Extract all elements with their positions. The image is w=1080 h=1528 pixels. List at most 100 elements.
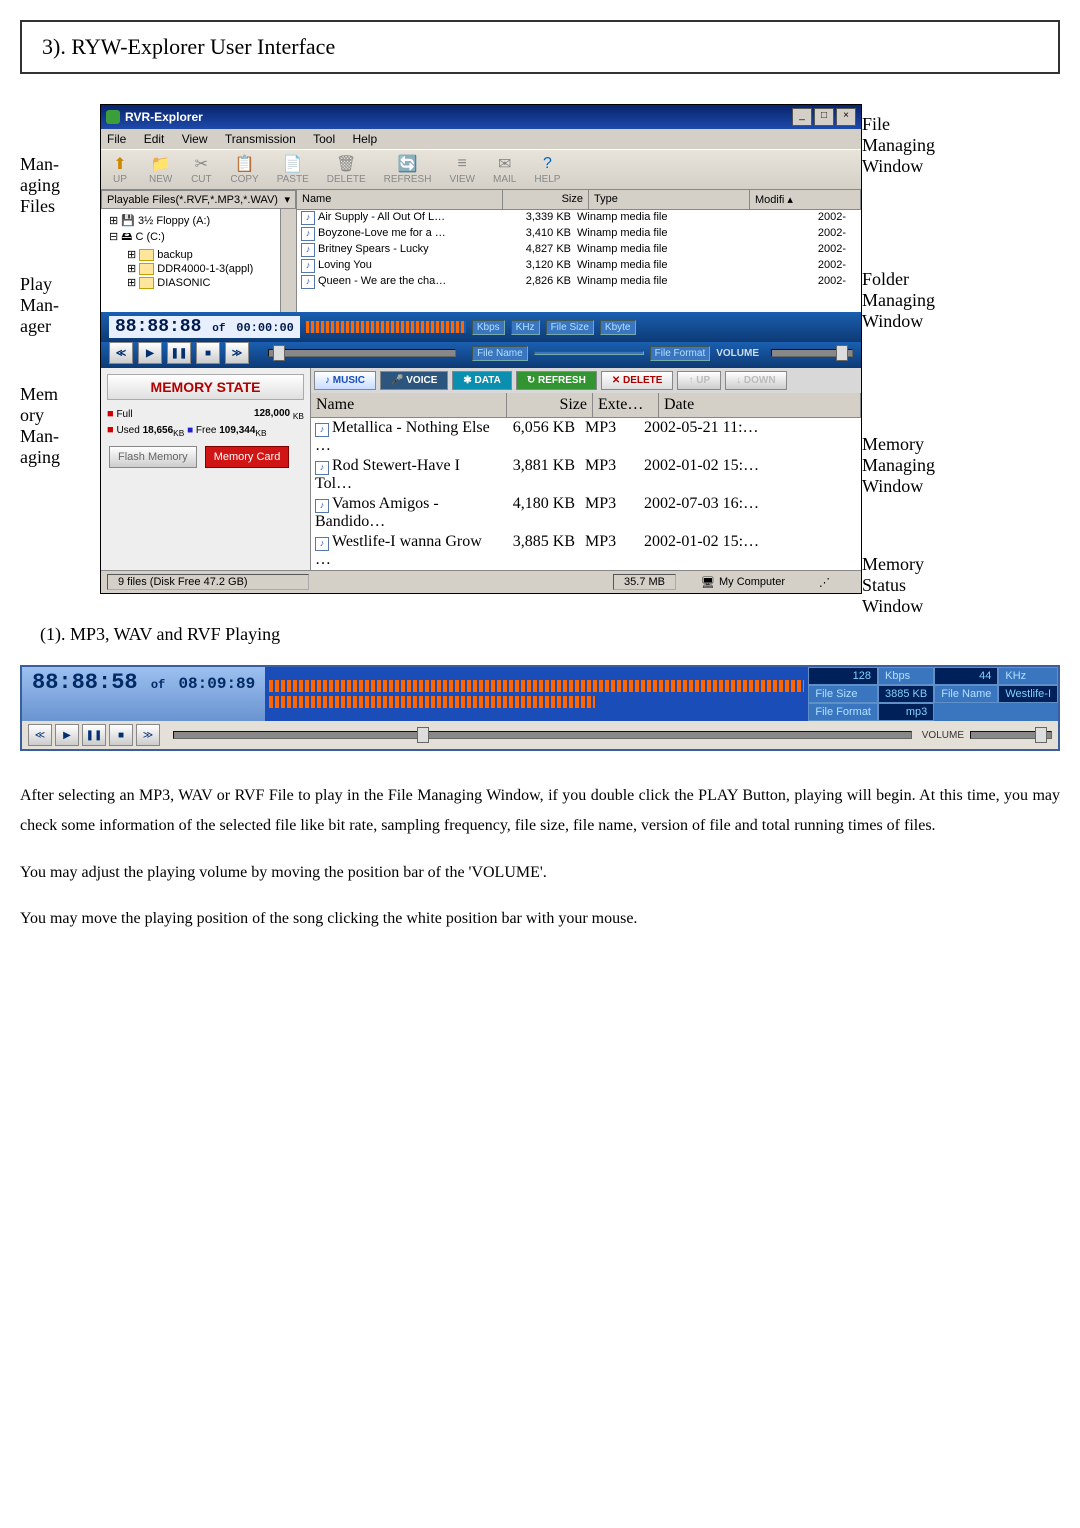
fileformat-value: mp3 <box>878 703 934 721</box>
tool-view[interactable]: ≡VIEW <box>449 154 475 185</box>
tool-new[interactable]: 📁NEW <box>149 154 172 185</box>
stop-button[interactable]: ■ <box>109 724 133 746</box>
resize-grip-icon[interactable]: ⋰ <box>810 576 830 589</box>
tab-music[interactable]: ♪ MUSIC <box>314 371 376 390</box>
volume-handle[interactable] <box>1035 727 1047 743</box>
folder-icon <box>139 277 154 289</box>
kbps-label: Kbps <box>878 667 934 685</box>
status-size: 35.7 MB <box>613 574 676 590</box>
stop-button[interactable]: ■ <box>196 342 220 364</box>
volume-handle[interactable] <box>836 345 848 361</box>
body-text: After selecting an MP3, WAV or RVF File … <box>20 781 1060 935</box>
paragraph-1: After selecting an MP3, WAV or RVF File … <box>20 781 1060 842</box>
tab-refresh[interactable]: ↻ REFRESH <box>516 371 597 390</box>
list-item[interactable]: ♪Britney Spears - Lucky4,827 KBWinamp me… <box>297 242 861 258</box>
menu-view[interactable]: View <box>182 132 208 146</box>
minimize-button[interactable]: _ <box>792 108 812 126</box>
scrollbar[interactable] <box>280 209 296 312</box>
list-item[interactable]: ♪Air Supply - All Out Of L…3,339 KBWinam… <box>297 210 861 226</box>
pause-button[interactable]: ❚❚ <box>82 724 106 746</box>
memory-title: MEMORY STATE <box>107 374 304 400</box>
tab-delete[interactable]: ✕ DELETE <box>601 371 674 390</box>
tool-copy[interactable]: 📋COPY <box>230 154 258 185</box>
tree-item[interactable]: ⊞ DIASONIC <box>105 276 292 289</box>
play-button[interactable]: ▶ <box>138 342 162 364</box>
list-item[interactable]: ♪Loving You3,120 KBWinamp media file2002… <box>297 258 861 274</box>
volume-label: VOLUME <box>922 730 964 741</box>
col-modified[interactable]: Modifi ▴ <box>750 190 861 209</box>
tool-refresh[interactable]: 🔄REFRESH <box>384 154 432 185</box>
tree-item[interactable]: ⊞ backup <box>105 248 292 261</box>
volume-track[interactable] <box>771 349 853 357</box>
music-icon: ♪ <box>315 461 329 475</box>
music-icon: ♪ <box>315 499 329 513</box>
list-item[interactable]: ♪Vamos Amigos - Bandido…4,180 KBMP32002-… <box>311 494 861 532</box>
dropdown-icon[interactable]: ▾ <box>284 193 290 206</box>
tree-header[interactable]: Playable Files(*.RVF,*.MP3,*.WAV)▾ <box>101 190 296 209</box>
fileformat-label: File Format <box>808 703 878 721</box>
tree-item[interactable]: ⊞ DDR4000-1-3(appl) <box>105 262 292 275</box>
khz-value: 44 <box>934 667 998 685</box>
tool-mail[interactable]: ✉MAIL <box>493 154 516 185</box>
tab-down[interactable]: ↓ DOWN <box>725 371 786 390</box>
position-track[interactable] <box>268 349 456 357</box>
app-icon <box>106 110 120 124</box>
filename-value <box>534 351 644 355</box>
tab-voice[interactable]: 🎤 VOICE <box>380 371 448 390</box>
player-bar: 88:88:88 of 00:00:00 Kbps KHz File Size … <box>101 312 861 342</box>
memory-area: MEMORY STATE ■ Full 128,000 KB ■ Used 18… <box>101 368 861 570</box>
filesize-value: 3885 KB <box>878 685 934 703</box>
close-button[interactable]: × <box>836 108 856 126</box>
kbps-label: Kbps <box>472 320 505 335</box>
tab-data[interactable]: ✱ DATA <box>452 371 511 390</box>
menu-file[interactable]: File <box>107 132 126 146</box>
memory-card-button[interactable]: Memory Card <box>205 446 290 468</box>
position-track[interactable] <box>173 731 912 739</box>
kbyte-label: Kbyte <box>600 320 636 335</box>
position-handle[interactable] <box>417 727 429 743</box>
volume-label: VOLUME <box>716 348 759 359</box>
rewind-button[interactable]: ≪ <box>28 724 52 746</box>
menu-help[interactable]: Help <box>352 132 377 146</box>
mem-col-name[interactable]: Name <box>311 393 507 417</box>
list-item[interactable]: ♪Boyzone-Love me for a …3,410 KBWinamp m… <box>297 226 861 242</box>
mem-col-size[interactable]: Size <box>507 393 593 417</box>
tool-delete[interactable]: 🗑DELETE <box>327 154 366 185</box>
list-item[interactable]: ♪Rod Stewert-Have I Tol…3,881 KBMP32002-… <box>311 456 861 494</box>
list-item[interactable]: ♪Westlife-I wanna Grow …3,885 KBMP32002-… <box>311 532 861 570</box>
rewind-button[interactable]: ≪ <box>109 342 133 364</box>
volume-track[interactable] <box>970 731 1052 739</box>
tab-up[interactable]: ↑ UP <box>677 371 721 390</box>
position-handle[interactable] <box>273 345 285 361</box>
menu-transmission[interactable]: Transmission <box>225 132 296 146</box>
tool-help[interactable]: ?HELP <box>534 154 560 185</box>
left-labels: Man-agingFiles PlayMan-ager MemoryMan-ag… <box>20 104 100 594</box>
list-item[interactable]: ♪Metallica - Nothing Else …6,056 KBMP320… <box>311 418 861 456</box>
filesize-label: File Size <box>546 320 594 335</box>
pause-button[interactable]: ❚❚ <box>167 342 191 364</box>
list-item[interactable]: ♪Queen - We are the cha…2,826 KBWinamp m… <box>297 274 861 290</box>
col-size[interactable]: Size <box>503 190 589 209</box>
fileformat-label: File Format <box>650 346 711 361</box>
memory-used: ■ Used 18,656KB ■ Free 109,344KB <box>107 424 304 438</box>
menu-tool[interactable]: Tool <box>313 132 335 146</box>
mem-col-ext[interactable]: Exte… <box>593 393 659 417</box>
tool-paste[interactable]: 📄PASTE <box>277 154 309 185</box>
maximize-button[interactable]: □ <box>814 108 834 126</box>
list-panel: Name Size Type Modifi ▴ ♪Air Supply - Al… <box>297 190 861 312</box>
folder-icon <box>139 263 154 275</box>
tool-up[interactable]: ⬆UP <box>109 154 131 185</box>
tool-cut[interactable]: ✂CUT <box>190 154 212 185</box>
tree-item[interactable]: ⊞ 💾 3½ Floppy (A:) <box>105 214 292 227</box>
col-name[interactable]: Name <box>297 190 503 209</box>
forward-button[interactable]: ≫ <box>225 342 249 364</box>
play-button[interactable]: ▶ <box>55 724 79 746</box>
menu-edit[interactable]: Edit <box>144 132 165 146</box>
col-type[interactable]: Type <box>589 190 750 209</box>
filename-label: File Name <box>934 685 998 703</box>
mem-col-date[interactable]: Date <box>659 393 861 417</box>
flash-memory-button[interactable]: Flash Memory <box>109 446 197 468</box>
filesize-label: File Size <box>808 685 878 703</box>
tree-item[interactable]: ⊟ 🖴 C (C:) <box>105 228 292 247</box>
forward-button[interactable]: ≫ <box>136 724 160 746</box>
